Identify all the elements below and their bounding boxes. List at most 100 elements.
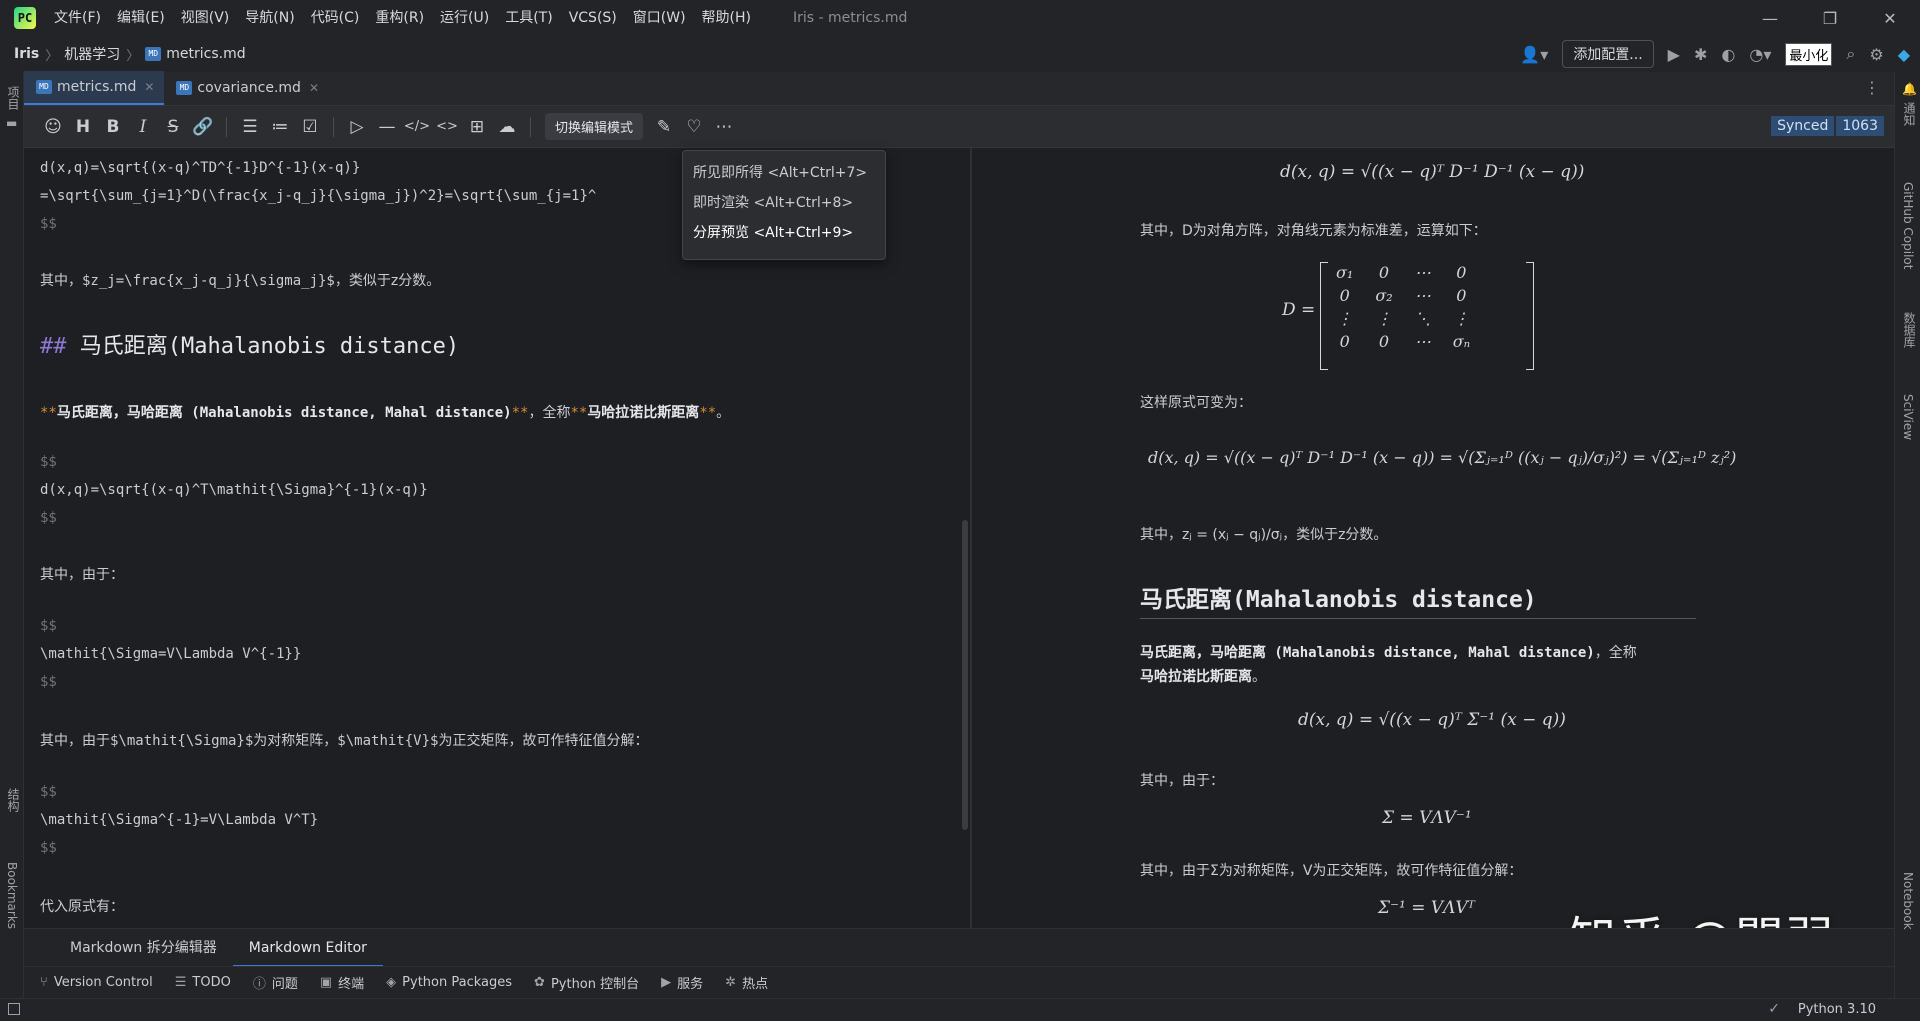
tab-markdown-split-editor[interactable]: Markdown 拆分编辑器 [54, 929, 233, 967]
edit-mode-popup: 所见即所得 <Alt+Ctrl+7> 即时渲染 <Alt+Ctrl+8> 分屏预… [682, 150, 886, 260]
sciview-tool-button[interactable]: SciView [1901, 394, 1915, 440]
editor-mode-tabs: Markdown 拆分编辑器 Markdown Editor [24, 928, 1894, 966]
code-line: $$ [40, 784, 57, 800]
menu-window[interactable]: 窗口(W) [625, 0, 694, 36]
inspection-icon[interactable]: ✓ [1768, 1001, 1780, 1017]
close-tab-icon[interactable]: ✕ [144, 80, 154, 94]
code-block-icon[interactable]: </> [402, 112, 432, 142]
menu-help[interactable]: 帮助(H) [694, 0, 759, 36]
folder-icon[interactable]: ▬ [6, 116, 17, 130]
services-button[interactable]: ▶服务 [661, 973, 703, 992]
matrix-bracket-right [1526, 262, 1534, 370]
project-tool-button[interactable]: 项目 [5, 86, 22, 110]
paragraph: 这样原式可变为： [1140, 392, 1252, 412]
update-icon[interactable]: ◆ [1898, 45, 1910, 64]
matrix-cell: ⋯ [1405, 285, 1441, 306]
terminal-button[interactable]: ▣终端 [320, 973, 364, 992]
code-line: d(x,q)=\sqrt{(x-q)^T\mathit{\Sigma}^{-1}… [40, 482, 428, 498]
menu-file[interactable]: 文件(F) [46, 0, 109, 36]
numbered-list-icon[interactable]: ≔ [265, 112, 295, 142]
paragraph: 其中，D为对角方阵，对角线元素为标准差，运算如下： [1140, 220, 1487, 240]
search-icon[interactable]: ⌕ [1846, 44, 1855, 64]
markdown-source-editor[interactable]: d(x,q)=\sqrt{(x-q)^TD^{-1}D^{-1}(x-q)} =… [24, 148, 960, 928]
mode-wysiwyg[interactable]: 所见即所得 <Alt+Ctrl+7> [683, 157, 885, 187]
horizontal-rule-icon[interactable]: — [372, 112, 402, 142]
breadcrumb-project[interactable]: Iris [14, 46, 39, 62]
paragraph: 其中，由于Σ为对称矩阵，V为正交矩阵，故可作特征值分解： [1140, 860, 1522, 880]
tab-markdown-editor[interactable]: Markdown Editor [233, 929, 383, 967]
copilot-tool-button[interactable]: GitHub Copilot [1901, 182, 1915, 269]
bookmarks-tool-button[interactable]: Bookmarks [5, 862, 19, 929]
strikethrough-icon[interactable]: S [158, 112, 188, 142]
quote-icon[interactable]: ▷ [342, 112, 372, 142]
todo-button[interactable]: ☰TODO [175, 975, 231, 990]
inline-code-icon[interactable]: <> [432, 112, 462, 142]
close-button[interactable]: ✕ [1860, 0, 1920, 36]
bold-icon[interactable]: B [98, 112, 128, 142]
editor-scrollbar[interactable] [962, 520, 968, 830]
problems-button[interactable]: ⓘ问题 [253, 973, 298, 992]
checklist-icon[interactable]: ☑ [295, 112, 325, 142]
run-icon[interactable]: ▶ [1668, 45, 1680, 64]
python-interpreter[interactable]: Python 3.10 [1798, 1002, 1876, 1017]
notebook-tool-button[interactable]: Notebook [1901, 872, 1915, 930]
restore-button[interactable]: ❐ [1800, 0, 1860, 36]
equation: Σ⁻¹ = VΛVᵀ [1378, 898, 1475, 918]
database-tool-button[interactable]: 数据库 [1901, 312, 1918, 348]
python-console-button[interactable]: ✿Python 控制台 [534, 973, 639, 992]
window-controls: — ❐ ✕ [1740, 0, 1920, 36]
close-tab-icon[interactable]: ✕ [309, 81, 319, 95]
python-packages-button[interactable]: ◈Python Packages [386, 975, 512, 990]
breadcrumb-folder[interactable]: 机器学习 [64, 44, 120, 64]
menu-refactor[interactable]: 重构(R) [367, 0, 432, 36]
structure-tool-button[interactable]: 结构 [5, 788, 22, 812]
tool-label: Python Packages [402, 975, 512, 990]
heading-icon[interactable]: H [68, 112, 98, 142]
upload-icon[interactable]: ☁ [492, 112, 522, 142]
bold-marker: ** [699, 405, 716, 421]
edit-mode-icon[interactable]: ✎ [649, 112, 679, 142]
inline-math: $z_j=\frac{x_j-q_j}{\sigma_j}$ [82, 273, 335, 289]
inline-math: $\mathit{\Sigma}$ [110, 733, 253, 749]
menu-run[interactable]: 运行(U) [432, 0, 497, 36]
more-options-icon[interactable]: ⋮ [1864, 78, 1880, 97]
link-icon[interactable]: 🔗 [188, 112, 218, 142]
bold-text: 马哈拉诺比斯距离 [1140, 669, 1252, 685]
version-control-button[interactable]: ⑂Version Control [40, 975, 153, 990]
app-logo-icon[interactable]: PC [14, 7, 36, 29]
tab-metrics[interactable]: MD metrics.md ✕ [24, 71, 164, 105]
menu-edit[interactable]: 编辑(E) [109, 0, 173, 36]
bell-icon[interactable]: 🔔 [1902, 82, 1917, 96]
hotspots-button[interactable]: ✲热点 [725, 973, 768, 992]
notifications-tool-button[interactable]: 通知 [1901, 102, 1918, 126]
minimize-tooltip: 最小化 [1785, 43, 1832, 66]
breadcrumb-file[interactable]: metrics.md [166, 46, 245, 62]
add-configuration-button[interactable]: 添加配置... [1562, 40, 1653, 68]
bullet-list-icon[interactable]: ☰ [235, 112, 265, 142]
bold-marker: ** [570, 405, 587, 421]
toolbar-divider [530, 117, 531, 137]
coverage-icon[interactable]: ◐ [1721, 45, 1735, 64]
profile-icon[interactable]: ◔▾ [1749, 45, 1771, 64]
heart-icon[interactable]: ♡ [679, 112, 709, 142]
matrix-cell: ⋱ [1405, 308, 1441, 329]
menu-view[interactable]: 视图(V) [173, 0, 238, 36]
table-icon[interactable]: ⊞ [462, 112, 492, 142]
menu-vcs[interactable]: VCS(S) [561, 0, 625, 36]
menu-code[interactable]: 代码(C) [303, 0, 368, 36]
layout-icon[interactable] [8, 1003, 20, 1015]
minimize-button[interactable]: — [1740, 0, 1800, 36]
tab-covariance[interactable]: MD covariance.md ✕ [164, 71, 329, 105]
more-icon[interactable]: ⋯ [709, 112, 739, 142]
menu-navigate[interactable]: 导航(N) [237, 0, 302, 36]
gear-icon[interactable]: ⚙ [1869, 45, 1883, 64]
menu-tools[interactable]: 工具(T) [497, 0, 560, 36]
mode-split-preview[interactable]: 分屏预览 <Alt+Ctrl+9> [683, 217, 885, 247]
italic-icon[interactable]: I [128, 112, 158, 142]
emoji-icon[interactable]: ☺ [38, 112, 68, 142]
debug-icon[interactable]: ✱ [1694, 45, 1707, 64]
user-icon[interactable]: 👤▾ [1520, 45, 1548, 64]
markdown-file-icon: MD [145, 47, 161, 61]
synced-count: 1063 [1836, 116, 1884, 136]
mode-instant-render[interactable]: 即时渲染 <Alt+Ctrl+8> [683, 187, 885, 217]
